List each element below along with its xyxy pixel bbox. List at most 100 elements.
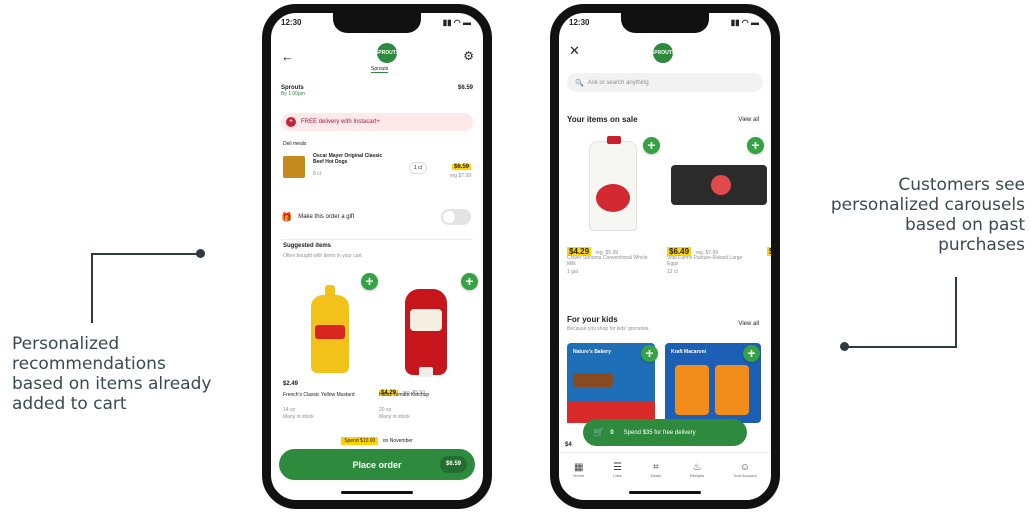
callout-line-left-vertical: [91, 253, 93, 323]
tag-icon: ⌗: [653, 461, 659, 473]
plus-badge-icon: +: [286, 117, 296, 127]
mustard-label: [315, 325, 345, 339]
status-icons: ▮▮ ◠ ▬: [442, 18, 471, 27]
mustard-bottle-image: [311, 285, 349, 373]
sale-view-all-link[interactable]: View all: [738, 117, 759, 123]
add-eggs-button[interactable]: +: [747, 137, 764, 154]
mac-cup-visual-1: [675, 365, 709, 415]
divider: [281, 239, 473, 240]
bottom-nav: ▦ Home ☰ Lists ⌗ Deals ♨ Recipes ☺ Your Accou…: [559, 452, 771, 486]
add-milk-button[interactable]: +: [643, 137, 660, 154]
quantity-selector[interactable]: 1 ct: [409, 162, 428, 174]
stage: Personalized recommendations based on it…: [0, 0, 1031, 512]
mac-cup-visual-2: [715, 365, 749, 415]
sale-section-title: Your items on sale: [567, 115, 638, 124]
callout-dot-left: [196, 249, 205, 258]
search-placeholder: Ask or search anything: [587, 79, 649, 86]
status-time: 12:30: [569, 18, 590, 27]
nav-lists-label: Lists: [613, 472, 622, 478]
milk-name: Clover Sonoma Conventional Whole Milk: [567, 255, 648, 267]
gift-toggle-knob: [443, 211, 455, 223]
home-indicator: [341, 491, 413, 494]
nav-account[interactable]: ☺ Your Account: [733, 462, 756, 478]
gift-label: Make this order a gift: [298, 214, 355, 220]
kids-section-title: For your kids: [567, 315, 618, 324]
add-kids-mac-button[interactable]: +: [743, 345, 760, 362]
nav-deals[interactable]: ⌗ Deals: [651, 462, 661, 478]
mustard-cap: [325, 285, 335, 297]
mustard-name: French's Classic Yellow Mustard: [283, 392, 355, 398]
section-deli: Deli meals: [283, 141, 307, 147]
product-card-ketchup[interactable]: + $4.29 reg. $5.59 Heinz Tomato Ketchup …: [379, 273, 479, 423]
partial-kids-price: $4: [565, 442, 572, 448]
suggested-subtitle: Often bought with items in your cart: [283, 253, 362, 259]
partial-price: $: [767, 247, 774, 256]
callout-dot-right: [840, 342, 849, 351]
sale-card-partial: $: [767, 241, 774, 259]
nav-account-label: Your Account: [733, 472, 757, 478]
product-card-mustard[interactable]: + $2.49 French's Classic Yellow Mustard …: [281, 273, 378, 423]
cart-item-price-block: $6.59 reg $7.99: [450, 155, 471, 179]
kids-view-all-link[interactable]: View all: [738, 321, 759, 327]
spend-tag: Spend $10.00: [341, 437, 379, 445]
store-eta: By 1:00pm: [281, 91, 305, 97]
sale-card-milk[interactable]: + $4.29 reg. $5.99 Clover Sonoma Convent…: [567, 133, 662, 283]
order-total-badge: $6.59: [439, 456, 467, 473]
mustard-size: 14 oz: [283, 407, 296, 413]
kids-item-bars-label: Nature's Bakery: [573, 349, 611, 355]
store-header: Sprouts By 1:00pm $6.59: [281, 85, 473, 97]
cart-item-old-price: reg $7.99: [449, 173, 471, 179]
cart-item-price: $6.59: [451, 164, 471, 170]
store-icon: ▦: [574, 461, 584, 473]
list-icon: ☰: [612, 461, 622, 473]
add-ketchup-button[interactable]: +: [461, 273, 478, 290]
close-icon[interactable]: ✕: [569, 43, 580, 59]
promo-banner[interactable]: + FREE delivery with Instacart+: [281, 113, 473, 131]
search-icon: 🔍: [575, 79, 584, 87]
kids-section-subtitle: Because you shop for kids' groceries: [567, 326, 649, 332]
eggs-carton-image: [671, 165, 767, 205]
store-total: $6.59: [457, 85, 473, 91]
status-time: 12:30: [281, 18, 302, 27]
store-logo: SPROUTS: [375, 43, 399, 63]
nav-home[interactable]: ▦ Home: [573, 462, 584, 478]
gear-icon[interactable]: ⚙: [463, 49, 474, 63]
nav-home-label: Home: [573, 472, 585, 478]
add-kids-bars-button[interactable]: +: [641, 345, 658, 362]
cart-item-row[interactable]: Oscar Mayer Original Classic Beef Hot Do…: [283, 153, 471, 185]
milk-jug-image: [589, 136, 637, 231]
phone-notch: [621, 13, 709, 33]
kids-item-mac-label: Kraft Macaroni: [671, 349, 707, 355]
store-logo: SPROUTS: [651, 43, 675, 63]
nav-deals-label: Deals: [650, 472, 661, 478]
ketchup-bottle-image: [405, 289, 447, 377]
callout-line-right-vertical: [955, 277, 957, 347]
phone-home: 12:30 ▮▮ ◠ ▬ ✕ SPROUTS 🔍 Ask or search a…: [550, 4, 780, 509]
phone-cart: 12:30 ▮▮ ◠ ▬ ← SPROUTS Sprouts ⚙ Sprouts…: [262, 4, 492, 509]
nav-lists[interactable]: ☰ Lists: [613, 462, 622, 478]
home-indicator: [629, 491, 701, 494]
gift-icon: 🎁: [281, 211, 293, 222]
callout-line-right-horizontal: [845, 346, 957, 348]
callout-line-left-horizontal: [91, 253, 201, 255]
place-order-button[interactable]: Place order $6.59: [279, 449, 475, 480]
add-mustard-button[interactable]: +: [361, 273, 378, 290]
promo-text: FREE delivery with Instacart+: [301, 119, 380, 125]
nav-recipes[interactable]: ♨ Recipes: [690, 462, 704, 478]
back-icon[interactable]: ←: [281, 49, 294, 64]
spend-rest: on November: [382, 438, 413, 444]
search-input[interactable]: 🔍 Ask or search anything: [567, 73, 763, 92]
mustard-stock: Many in stock: [283, 414, 314, 420]
sale-card-eggs[interactable]: + $6.49 reg. $7.99 Vital Farms Pasture-R…: [667, 133, 767, 283]
milk-size: 1 gal: [567, 269, 578, 275]
gift-toggle[interactable]: [441, 209, 471, 225]
hot-dogs-image: [283, 156, 305, 178]
account-icon: ☺: [739, 461, 750, 473]
ketchup-stock: Many in stock: [379, 414, 410, 420]
suggested-title: Suggested items: [283, 243, 332, 249]
cart-count: 0: [610, 429, 614, 436]
cart-progress-bar[interactable]: 🛒 0 Spend $35 for free delivery: [583, 419, 747, 446]
eggs-size: 12 ct: [667, 269, 678, 275]
milk-cap: [607, 136, 621, 144]
ketchup-size: 20 oz: [379, 407, 392, 413]
